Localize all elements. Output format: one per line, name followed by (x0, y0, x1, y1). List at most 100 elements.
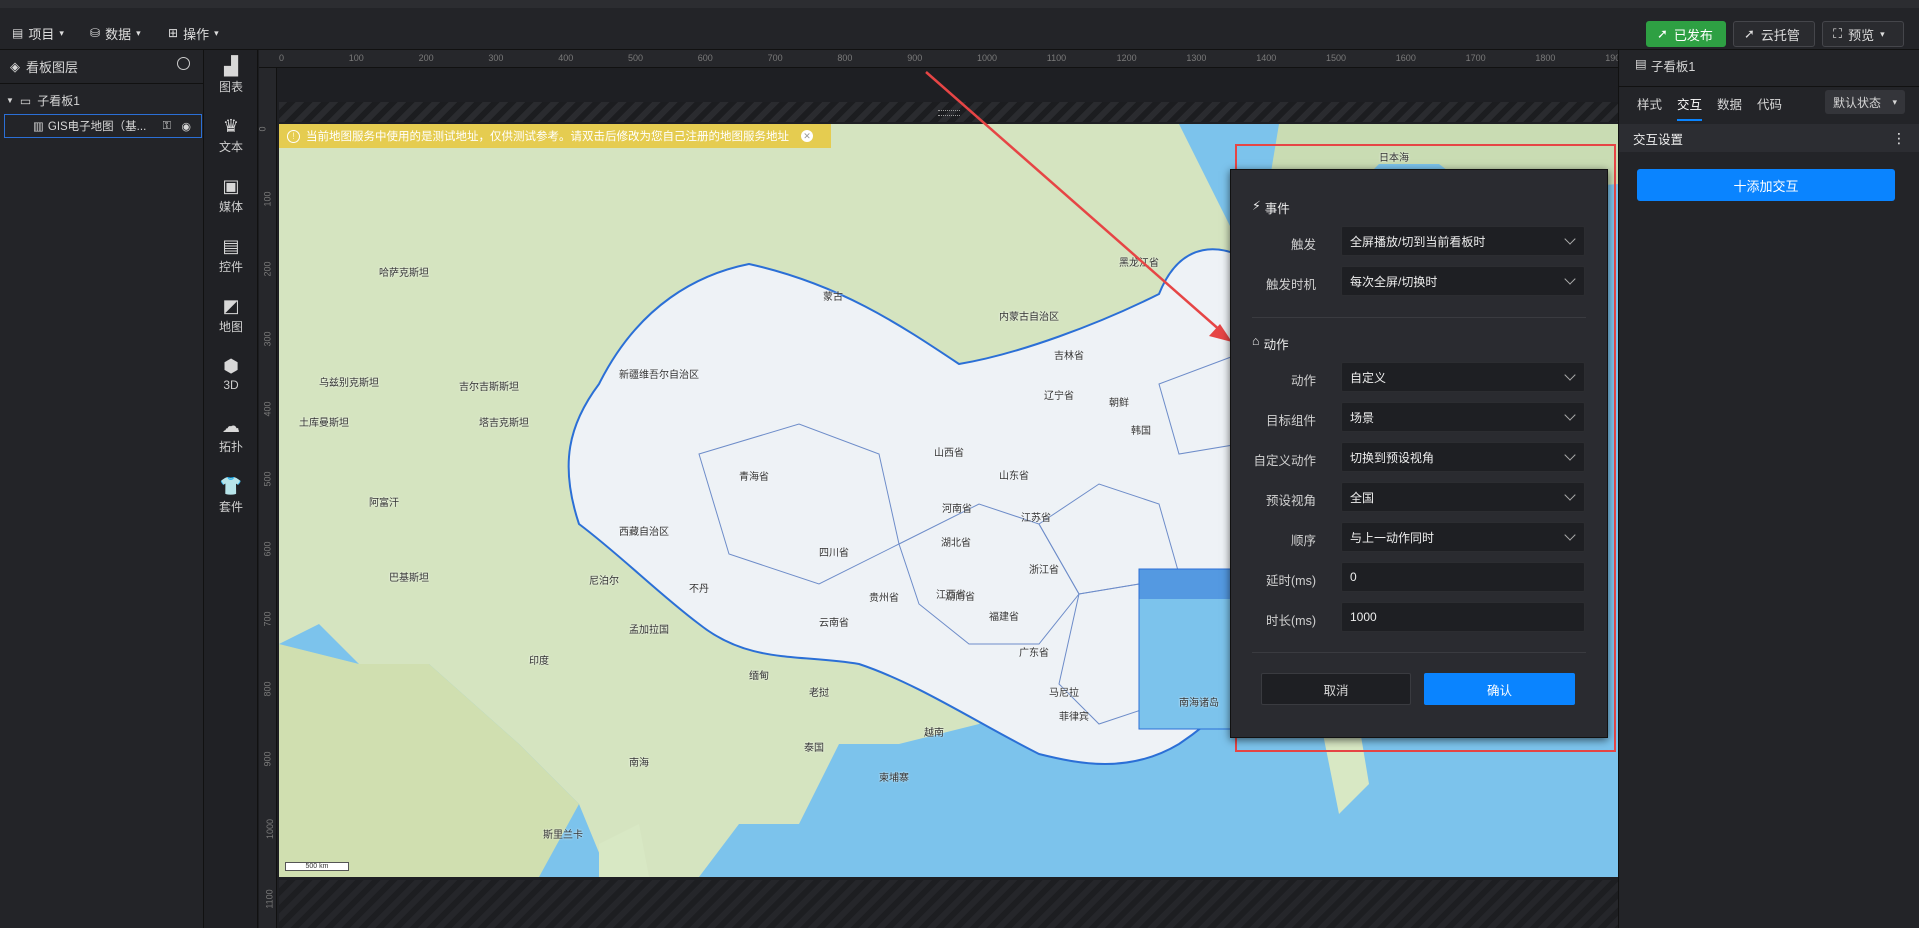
duration-input[interactable]: 1000 (1341, 602, 1585, 632)
grid-icon: ⊞ (168, 26, 179, 40)
order-select[interactable]: 与上一动作同时 (1341, 522, 1585, 552)
cloud-hosting-button[interactable]: ➚ 云托管 (1733, 21, 1815, 47)
map-warning-text: 当前地图服务中使用的是测试地址，仅供测试参考。请双击后修改为您自己注册的地图服务… (306, 131, 789, 143)
ruler-tick-label: 1500 (1326, 53, 1347, 63)
send-icon: ➚ (1744, 26, 1755, 41)
panel-header: ▤ 子看板1 (1635, 56, 1695, 75)
preview-label: 预览 (1848, 27, 1875, 43)
toolbox-topology[interactable]: ☁ 拓扑 (204, 416, 258, 455)
board-name: 子看板1 (37, 94, 80, 108)
toolbox-label: 媒体 (218, 200, 243, 214)
toolbox-label: 控件 (218, 260, 243, 274)
custom-action-select[interactable]: 切换到预设视角 (1341, 442, 1585, 472)
preset-view-select[interactable]: 全国 (1341, 482, 1585, 512)
toolbox-map[interactable]: ◩ 地图 (204, 296, 258, 335)
cancel-button[interactable]: 取消 (1261, 673, 1411, 705)
properties-panel: ▤ 子看板1 样式 交互 数据 代码 默认状态 ▾ 交互设置 ⋮ 十添加交互 (1618, 50, 1919, 928)
board-tree-item[interactable]: ▼ ▭ 子看板1 (6, 92, 80, 109)
ruler-tick-label: 500 (262, 471, 273, 487)
unlock-icon[interactable]: ⚿ (163, 120, 171, 133)
layer-item-label: GIS电子地图（基... (47, 121, 147, 133)
expand-icon[interactable]: ▼ (6, 96, 14, 105)
chevron-down-icon: ▾ (1880, 28, 1885, 39)
map-label: 尼泊尔 (589, 576, 619, 587)
add-interaction-label: 十添加交互 (1733, 178, 1799, 194)
map-icon: ◩ (222, 296, 240, 316)
tab-style[interactable]: 样式 (1637, 94, 1662, 113)
chevron-down-icon (1564, 233, 1576, 245)
tab-interaction[interactable]: 交互 (1677, 94, 1703, 121)
chevron-down-icon (1564, 449, 1576, 461)
custom-action-label: 自定义动作 (1253, 454, 1316, 468)
map-label: 南海诸岛 (1179, 698, 1219, 709)
map-label: 江苏省 (1021, 513, 1051, 524)
order-value: 与上一动作同时 (1350, 530, 1435, 545)
confirm-label: 确认 (1486, 683, 1512, 698)
toolbox-control[interactable]: ▤ 控件 (204, 236, 258, 275)
map-label: 西藏自治区 (619, 527, 669, 538)
delay-label: 延时(ms) (1266, 574, 1316, 588)
target-value: 场景 (1350, 410, 1375, 425)
ruler-tick-label: 300 (262, 331, 273, 347)
more-icon[interactable]: ⋮ (1892, 130, 1906, 147)
map-label: 广东省 (1019, 648, 1049, 659)
map-label: 四川省 (819, 548, 849, 559)
action-select[interactable]: 自定义 (1341, 362, 1585, 392)
toolbox-chart[interactable]: ▟ 图表 (204, 56, 258, 95)
preview-button[interactable]: ⛶ 预览 ▾ (1822, 21, 1904, 47)
ruler-tick-label: 500 (628, 53, 644, 63)
chevron-down-icon (1564, 369, 1576, 381)
delay-input[interactable]: 0 (1341, 562, 1585, 592)
map-label: 吉尔吉斯斯坦 (459, 382, 519, 393)
divider (1619, 86, 1919, 87)
toolbox-media[interactable]: ▣ 媒体 (204, 176, 258, 215)
layer-item-gis-map[interactable]: ▥ GIS电子地图（基... ⚿ ◉ (4, 114, 202, 138)
send-icon: ➚ (1657, 26, 1668, 41)
ruler-tick-label: 700 (262, 611, 273, 627)
eye-icon[interactable]: ◉ (181, 120, 191, 133)
drag-handle[interactable] (938, 110, 960, 116)
trigger-select[interactable]: 全屏播放/切到当前看板时 (1341, 226, 1585, 256)
state-select[interactable]: 默认状态 ▾ (1825, 90, 1905, 114)
topology-icon: ☁ (222, 416, 240, 436)
search-icon[interactable] (177, 57, 190, 70)
toolbox-kit[interactable]: 👕 套件 (204, 476, 258, 515)
map-label: 辽宁省 (1044, 391, 1074, 402)
ruler-tick-label: 1700 (1465, 53, 1486, 63)
project-menu[interactable]: ▤ 项目 ▾ (12, 16, 64, 50)
ruler-tick-label: 200 (418, 53, 434, 63)
duration-label: 时长(ms) (1266, 614, 1316, 628)
tab-code[interactable]: 代码 (1757, 94, 1782, 113)
target-select[interactable]: 场景 (1341, 402, 1585, 432)
action-icon: ⌂ (1252, 334, 1260, 348)
operation-menu[interactable]: ⊞ 操作 ▾ (168, 16, 219, 50)
map-label: 泰国 (804, 743, 824, 754)
published-button[interactable]: ➚ 已发布 (1646, 21, 1726, 47)
interaction-settings-header: 交互设置 ⋮ (1619, 124, 1919, 152)
map-scale-bar: 500 km (285, 862, 349, 871)
timing-select[interactable]: 每次全屏/切换时 (1341, 266, 1585, 296)
lightning-icon: ⚡ (1252, 199, 1261, 213)
confirm-button[interactable]: 确认 (1424, 673, 1575, 705)
layers-panel: ◈ 看板图层 ▼ ▭ 子看板1 ▥ GIS电子地图（基... ⚿ ◉ (0, 50, 204, 928)
map-label: 阿富汗 (369, 498, 399, 509)
map-label: 蒙古 (823, 292, 843, 303)
data-menu[interactable]: ⛁ 数据 ▾ (90, 16, 141, 50)
close-icon[interactable]: ✕ (801, 130, 813, 142)
state-value: 默认状态 (1833, 95, 1882, 110)
tab-data[interactable]: 数据 (1717, 94, 1742, 113)
ruler-tick-label: 100 (348, 53, 364, 63)
map-label: 斯里兰卡 (543, 830, 583, 841)
chevron-down-icon (1564, 529, 1576, 541)
map-label: 内蒙古自治区 (999, 312, 1059, 323)
toolbox-3d[interactable]: ⬢ 3D (204, 356, 258, 392)
cloud-hosting-label: 云托管 (1760, 27, 1800, 43)
chevron-down-icon (1564, 489, 1576, 501)
event-section-title: ⚡ 事件 (1252, 198, 1290, 217)
toolbox-text[interactable]: ♛ 文本 (204, 116, 258, 155)
chevron-down-icon: ▾ (136, 27, 141, 38)
add-interaction-button[interactable]: 十添加交互 (1637, 169, 1895, 201)
ruler-left: 0 100 200 300 400 500 600 700 800 900 1000 1100 (258, 68, 277, 928)
cube-icon: ⬢ (223, 356, 239, 376)
ruler-tick-label: 800 (837, 53, 853, 63)
